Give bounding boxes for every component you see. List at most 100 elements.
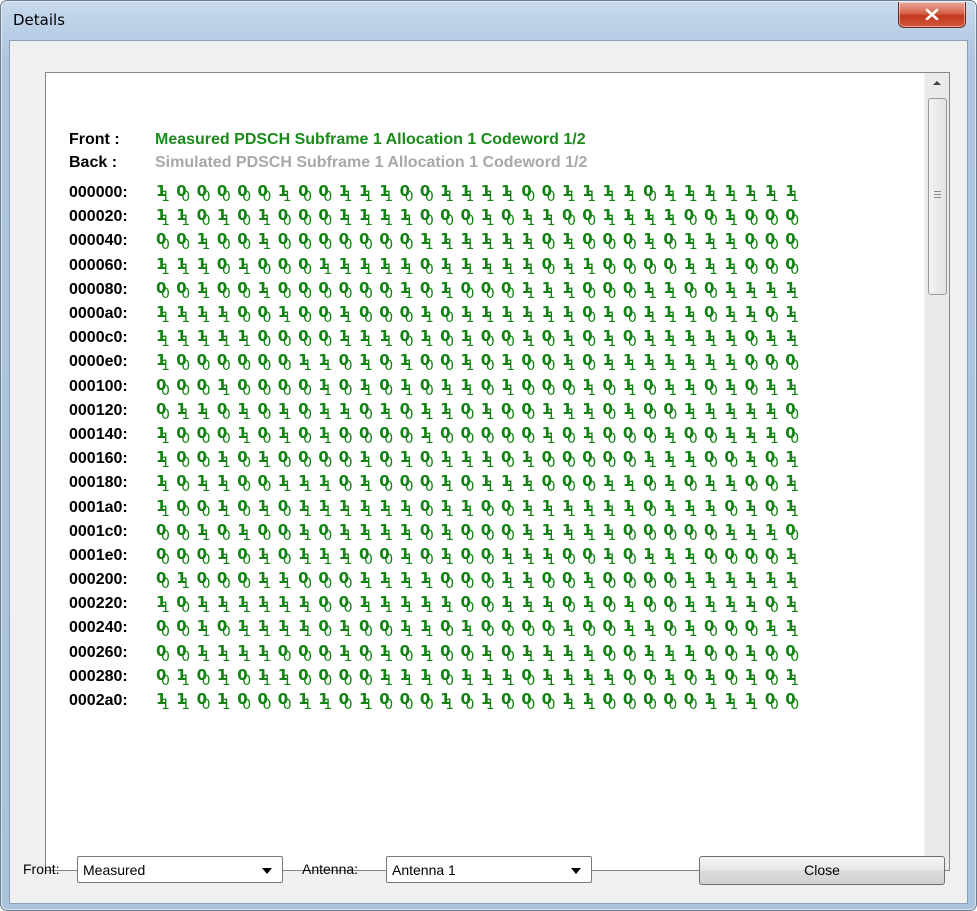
front-bit: 0 [480, 544, 492, 563]
bit-viewer[interactable]: Front : Measured PDSCH Subframe 1 Allocat… [45, 72, 950, 871]
bit-cell: 00 [501, 617, 521, 640]
close-button[interactable]: Close [699, 856, 945, 885]
front-bit: 1 [744, 665, 756, 684]
front-bit: 1 [704, 327, 715, 346]
scroll-thumb[interactable] [928, 98, 947, 295]
front-select[interactable]: Measured [77, 856, 283, 883]
bit-cell: 11 [561, 399, 582, 423]
bit-cell: 11 [785, 327, 805, 350]
front-bit: 0 [764, 496, 776, 515]
vertical-scrollbar[interactable] [924, 73, 949, 870]
front-bit: 0 [237, 278, 248, 297]
front-bit: 1 [501, 472, 512, 491]
front-bit: 1 [216, 375, 228, 394]
scroll-up-button[interactable] [925, 73, 949, 93]
bit-cell: 11 [156, 593, 176, 616]
bit-cell: 00 [156, 230, 176, 253]
front-bit: 1 [216, 665, 228, 684]
front-bit: 0 [501, 496, 512, 515]
front-bit: 0 [156, 617, 167, 636]
front-bit: 0 [582, 351, 593, 370]
bit-cell: 00 [724, 448, 744, 471]
front-bit: 1 [643, 641, 654, 660]
front-bit: 0 [480, 278, 492, 297]
front-bit: 0 [237, 351, 248, 370]
front-bit: 1 [338, 641, 350, 660]
bit-cell: 11 [379, 569, 399, 592]
bit-cell: 11 [460, 617, 480, 640]
bit-cell: 00 [339, 666, 359, 689]
bit-cell: 00 [278, 206, 298, 229]
front-bit: 0 [156, 375, 167, 394]
bit-cell: 11 [785, 376, 805, 399]
bit-cell: 00 [400, 690, 420, 713]
front-bit: 1 [480, 303, 492, 322]
front-bit: 0 [176, 423, 187, 442]
front-bit: 1 [744, 423, 756, 442]
bit-cell: 11 [440, 497, 460, 520]
front-bit: 1 [501, 303, 512, 322]
front-bit: 0 [663, 520, 674, 539]
bit-cell: 00 [257, 255, 277, 278]
front-bit: 0 [541, 617, 553, 636]
front-bit: 1 [561, 327, 573, 346]
bit-cell: 11 [197, 255, 217, 278]
bit-cell: 11 [521, 327, 541, 350]
bit-cell: 11 [724, 472, 744, 495]
bit-cell: 00 [298, 400, 318, 423]
front-bit: 0 [744, 327, 756, 346]
front-bit: 1 [724, 351, 735, 370]
front-bit: 1 [358, 569, 370, 588]
bit-cell: 11 [440, 230, 460, 253]
bit-cell: 00 [765, 255, 785, 278]
front-bit: 0 [156, 399, 167, 418]
front-bit: 0 [196, 351, 208, 370]
bit-cell: 11 [562, 521, 582, 544]
front-bit: 0 [237, 690, 248, 709]
bit-cell: 11 [603, 521, 623, 544]
front-bit: 1 [358, 254, 370, 273]
front-bit: 0 [176, 496, 187, 515]
bit-cell: 11 [481, 690, 501, 713]
front-bit: 0 [501, 206, 512, 225]
bit-cell: 11 [623, 617, 643, 640]
front-bit: 1 [541, 496, 553, 515]
front-bit: 1 [379, 254, 390, 273]
bit-cell: 11 [785, 593, 805, 616]
front-bit: 1 [501, 544, 512, 563]
front-bit: 1 [561, 399, 573, 418]
front-bit: 1 [237, 617, 248, 636]
bit-cell: 00 [481, 521, 501, 544]
front-bit: 1 [541, 593, 553, 612]
front-bit: 0 [785, 206, 796, 225]
front-bit: 1 [257, 569, 268, 588]
front-bit: 0 [643, 375, 654, 394]
front-bit: 0 [521, 617, 532, 636]
front-bit: 1 [764, 278, 776, 297]
bottom-controls: Front: Measured Antenna: Antenna 1 Close [10, 846, 967, 902]
bit-cell: 11 [765, 400, 785, 423]
front-bit: 0 [440, 206, 451, 225]
front-bit: 1 [521, 278, 532, 297]
row-bits: 0000110011111111001100001111001100000000… [156, 617, 806, 640]
bit-cell: 00 [521, 617, 541, 640]
window-close-button[interactable] [898, 2, 966, 28]
bit-cell: 00 [379, 230, 399, 253]
antenna-select[interactable]: Antenna 1 [386, 856, 592, 883]
front-bit: 1 [399, 206, 410, 225]
bit-cell: 00 [603, 690, 623, 713]
front-bit: 1 [704, 254, 715, 273]
bit-cell: 11 [765, 182, 785, 205]
bit-cell: 11 [562, 230, 582, 253]
front-bit: 1 [521, 569, 532, 588]
title-bar[interactable]: Details [1, 1, 976, 41]
bit-cell: 00 [237, 497, 257, 520]
bit-cell: 11 [237, 642, 257, 665]
front-bit: 1 [622, 472, 634, 491]
front-bit: 1 [582, 399, 593, 418]
front-bit: 1 [277, 593, 289, 612]
bit-cell: 00 [785, 230, 805, 253]
bit-cell: 11 [318, 400, 338, 423]
bit-cell: 00 [420, 521, 440, 544]
bit-cell: 00 [663, 520, 683, 544]
